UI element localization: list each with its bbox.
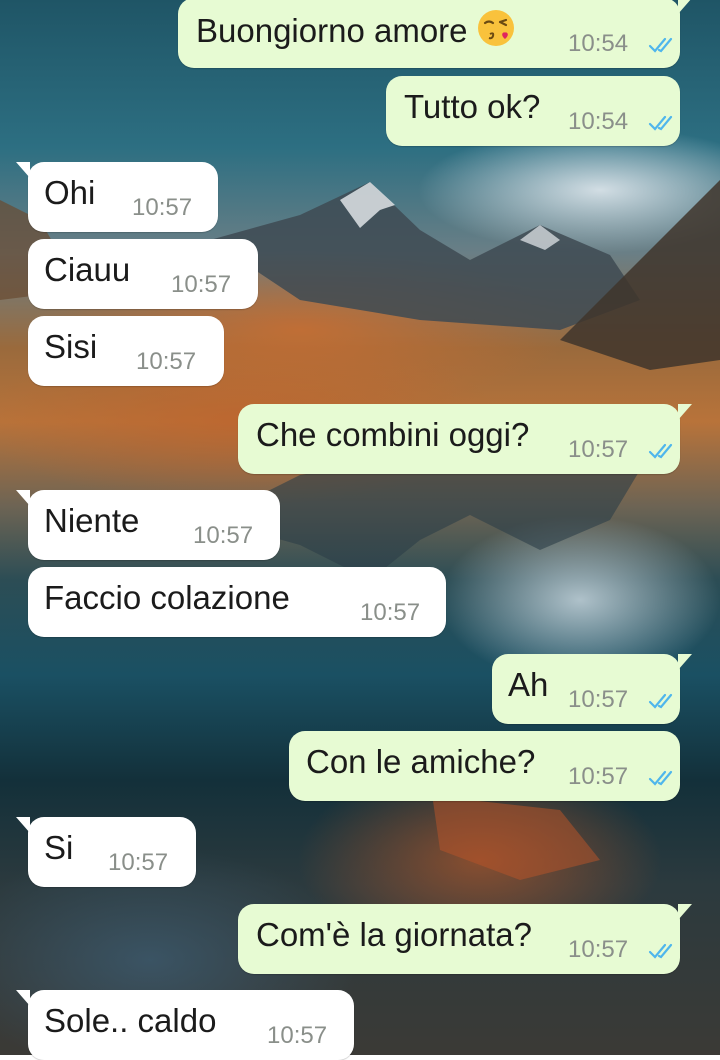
message-outgoing[interactable]: Tutto ok? 10:54 xyxy=(386,76,680,146)
message-text: Ohi xyxy=(44,174,96,211)
double-check-icon xyxy=(648,770,673,786)
message-text: Si xyxy=(44,829,74,866)
message-time: 10:57 xyxy=(136,348,197,375)
message-incoming[interactable]: Niente 10:57 xyxy=(16,490,280,560)
message-text: Ciauu xyxy=(44,251,131,288)
message-text: Con le amiche? xyxy=(306,743,536,780)
message-time: 10:54 xyxy=(568,108,629,135)
message-text: Che combini oggi? xyxy=(256,416,530,453)
message-time: 10:57 xyxy=(568,436,629,463)
message-incoming[interactable]: Faccio colazione 10:57 xyxy=(28,567,446,637)
double-check-icon xyxy=(648,115,673,131)
bubble-tail xyxy=(16,162,30,178)
message-time: 10:57 xyxy=(132,194,193,221)
double-check-icon xyxy=(648,693,673,709)
message-text: Buongiorno amore xyxy=(196,12,468,49)
message-text: Ah xyxy=(508,666,549,703)
message-outgoing[interactable]: Ah 10:57 xyxy=(492,654,692,724)
bubble-tail xyxy=(678,904,692,920)
bubble-tail xyxy=(16,490,30,506)
message-text: Com'è la giornata? xyxy=(256,916,532,953)
message-incoming[interactable]: Ciauu 10:57 xyxy=(28,239,258,309)
message-incoming[interactable]: Ohi 10:57 xyxy=(16,162,218,232)
message-time: 10:57 xyxy=(360,599,421,626)
bubble-tail xyxy=(678,404,692,420)
message-time: 10:57 xyxy=(568,686,629,713)
double-check-icon xyxy=(648,37,673,53)
message-incoming[interactable]: Sole.. caldo 10:57 xyxy=(16,990,354,1060)
message-text: Sisi xyxy=(44,328,98,365)
message-time: 10:57 xyxy=(171,271,232,298)
message-incoming[interactable]: Sisi 10:57 xyxy=(28,316,224,386)
message-time: 10:57 xyxy=(267,1022,328,1049)
message-time: 10:57 xyxy=(193,522,254,549)
message-text: Tutto ok? xyxy=(404,88,541,125)
message-incoming[interactable]: Si 10:57 xyxy=(16,817,196,887)
message-time: 10:57 xyxy=(568,936,629,963)
message-time: 10:57 xyxy=(568,763,629,790)
bubble-tail xyxy=(16,990,30,1006)
bubble-tail xyxy=(678,0,692,14)
message-time: 10:57 xyxy=(108,849,169,876)
bubble-tail xyxy=(16,817,30,833)
face-blowing-kiss-emoji-icon xyxy=(477,10,514,46)
message-outgoing[interactable]: Com'è la giornata? 10:57 xyxy=(238,904,692,974)
bubble-tail xyxy=(678,654,692,670)
message-outgoing[interactable]: Che combini oggi? 10:57 xyxy=(238,404,692,474)
message-outgoing[interactable]: Con le amiche? 10:57 xyxy=(289,731,680,801)
message-text: Faccio colazione xyxy=(44,579,290,616)
message-text: Sole.. caldo xyxy=(44,1002,217,1039)
double-check-icon xyxy=(648,443,673,459)
double-check-icon xyxy=(648,943,673,959)
message-outgoing[interactable]: Buongiorno amore 10:54 xyxy=(178,0,692,68)
message-time: 10:54 xyxy=(568,30,629,57)
message-text: Niente xyxy=(44,502,140,539)
